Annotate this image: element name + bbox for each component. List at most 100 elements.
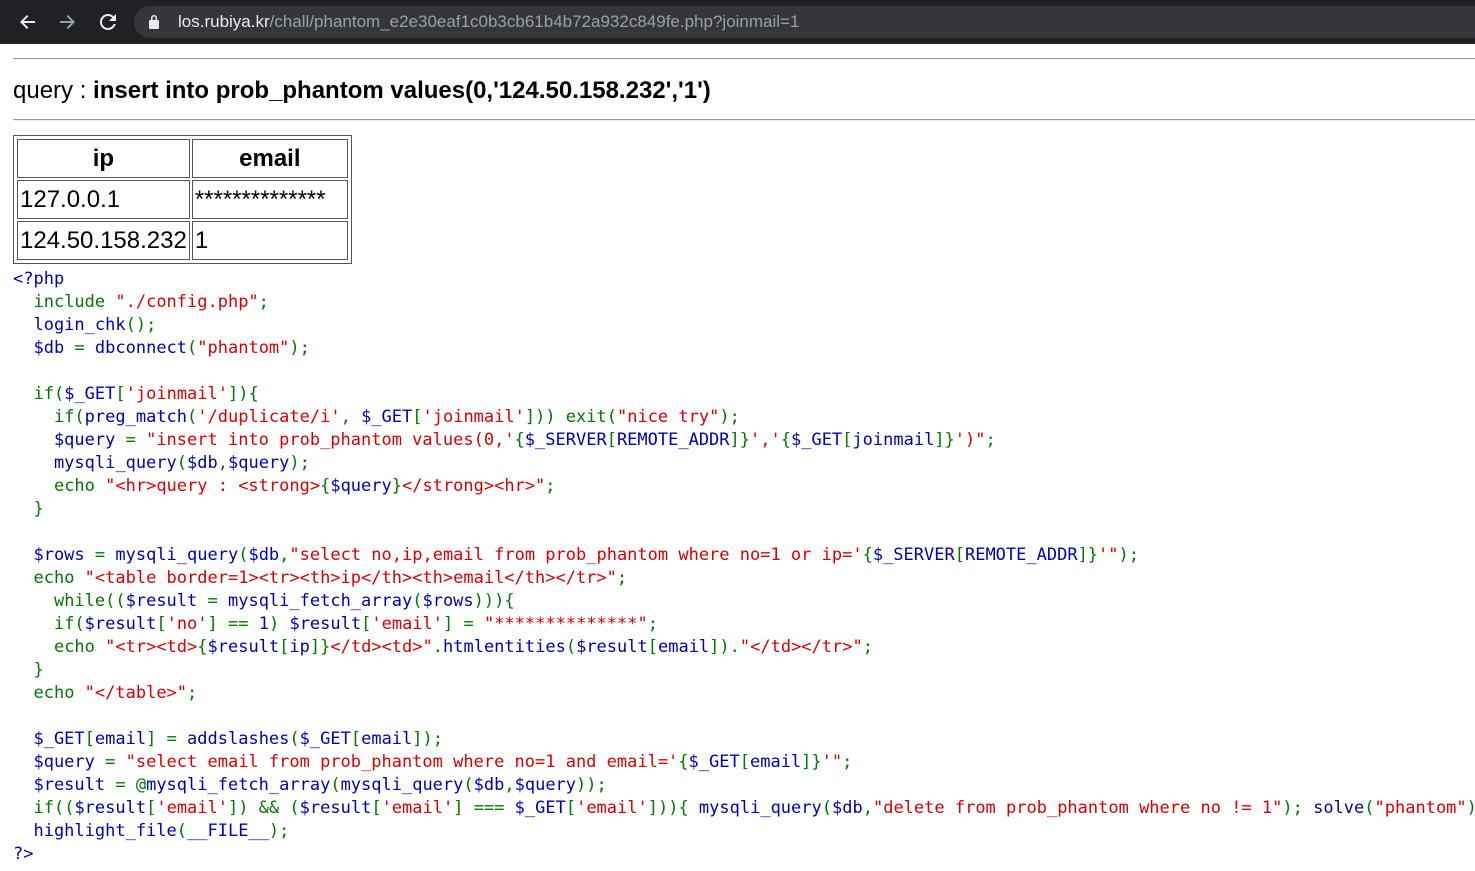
code-token: $_SERVER bbox=[872, 545, 955, 565]
code-token: login_chk bbox=[13, 315, 126, 335]
code-token: $result bbox=[207, 637, 280, 657]
code-token: "<table border=1><tr><th>ip</th><th>emai… bbox=[84, 568, 617, 588]
code-line: $query = "select email from prob_phantom… bbox=[13, 751, 1475, 774]
code-token: echo bbox=[33, 683, 85, 703]
code-token: { bbox=[197, 637, 208, 657]
code-token: $result bbox=[125, 591, 208, 611]
code-token: dbconnect bbox=[94, 338, 188, 358]
code-token: ; bbox=[616, 568, 628, 588]
code-line: } bbox=[13, 659, 1475, 682]
code-token: '/duplicate/i' bbox=[197, 407, 341, 427]
code-line: <?php bbox=[13, 268, 1475, 291]
code-token: "insert into prob_phantom values(0,' bbox=[146, 430, 515, 450]
code-token: $rows bbox=[422, 591, 474, 611]
code-token: } bbox=[33, 660, 44, 680]
code-token: $query bbox=[330, 476, 392, 496]
code-token: ( bbox=[187, 407, 198, 427]
code-token: , bbox=[340, 407, 362, 427]
code-token: ( bbox=[821, 798, 832, 818]
code-token: $result bbox=[576, 637, 648, 657]
code-token: ))){ bbox=[473, 591, 515, 611]
code-token: "phantom" bbox=[197, 338, 290, 358]
url-host: los.rubiya.kr bbox=[178, 12, 270, 31]
code-token: ( bbox=[176, 453, 188, 473]
lock-icon[interactable] bbox=[148, 14, 160, 30]
code-token: mysqli_query bbox=[115, 545, 239, 565]
code-token: [ bbox=[115, 384, 126, 404]
address-bar[interactable]: los.rubiya.kr/chall/phantom_e2e30eaf1c0b… bbox=[134, 6, 1475, 38]
code-token: ')" bbox=[954, 430, 986, 450]
url-path: /chall/phantom_e2e30eaf1c0b3cb61b4b72a93… bbox=[269, 12, 800, 31]
code-token: 'email' bbox=[381, 798, 454, 818]
code-token: ( bbox=[565, 637, 577, 657]
code-token: "</table>" bbox=[84, 683, 188, 703]
code-token: $query bbox=[13, 430, 126, 450]
reload-icon bbox=[99, 13, 116, 30]
code-token: $_GET bbox=[790, 430, 843, 450]
code-token: $db bbox=[473, 775, 505, 795]
browser-toolbar: los.rubiya.kr/chall/phantom_e2e30eaf1c0b… bbox=[0, 0, 1475, 44]
table-header-row: ip email bbox=[17, 139, 348, 178]
code-token: ] === bbox=[453, 798, 515, 818]
code-token: [ bbox=[146, 798, 157, 818]
code-token: '" bbox=[1098, 545, 1119, 565]
code-token: = bbox=[207, 591, 228, 611]
code-token: REMOTE_ADDR bbox=[964, 545, 1078, 565]
code-token: <?php bbox=[13, 269, 65, 289]
code-token: mysqli_fetch_array bbox=[227, 591, 413, 611]
forward-button[interactable] bbox=[47, 2, 87, 42]
table-cell-email: ************** bbox=[191, 180, 348, 219]
code-token: [ bbox=[606, 430, 617, 450]
code-line: mysqli_query($db,$query); bbox=[13, 452, 1475, 475]
code-token: "delete from prob_phantom where no != 1" bbox=[872, 798, 1283, 818]
code-token: $rows bbox=[13, 545, 95, 565]
code-token: ; bbox=[862, 637, 873, 657]
code-token: ',' bbox=[750, 430, 781, 450]
code-token: "**************" bbox=[483, 614, 648, 634]
code-token: if( bbox=[33, 384, 65, 404]
code-token: = @ bbox=[115, 775, 147, 795]
code-token: = bbox=[74, 338, 95, 358]
code-line: while(($result = mysqli_fetch_array($row… bbox=[13, 590, 1475, 613]
code-line bbox=[13, 705, 1475, 728]
code-token: 'email' bbox=[576, 798, 648, 818]
code-token: email bbox=[657, 637, 710, 657]
reload-button[interactable] bbox=[88, 2, 128, 42]
result-table: ip email 127.0.0.1 ************** 124.50… bbox=[13, 135, 352, 264]
arrow-right-icon bbox=[60, 15, 75, 29]
code-token: ( bbox=[412, 591, 423, 611]
code-token: REMOTE_ADDR bbox=[616, 430, 730, 450]
code-token: $db bbox=[187, 453, 218, 473]
code-token: preg_match bbox=[84, 407, 188, 427]
code-token: mysqli_query bbox=[698, 798, 822, 818]
code-line: highlight_file(__FILE__); bbox=[13, 820, 1475, 843]
back-button[interactable] bbox=[8, 2, 48, 42]
code-token: { bbox=[514, 430, 525, 450]
code-token: ( bbox=[176, 821, 188, 841]
query-text: insert into prob_phantom values(0,'124.5… bbox=[93, 77, 711, 104]
code-token: ])){ bbox=[647, 798, 699, 818]
code-token: "phantom" bbox=[1374, 798, 1467, 818]
code-token: ]} bbox=[309, 637, 331, 657]
code-token: [ bbox=[371, 798, 382, 818]
code-line: echo "</table>"; bbox=[13, 682, 1475, 705]
code-token: = bbox=[105, 752, 126, 772]
code-token: 'no' bbox=[166, 614, 208, 634]
code-token: [ bbox=[350, 729, 362, 749]
code-token: "nice try" bbox=[616, 407, 720, 427]
code-token: } bbox=[391, 476, 402, 496]
code-token: ); bbox=[1282, 798, 1314, 818]
code-token: $_GET bbox=[361, 407, 413, 427]
code-token: ) bbox=[268, 614, 290, 634]
code-line: if($result['no'] == 1) $result['email'] … bbox=[13, 613, 1475, 636]
code-token: , bbox=[504, 775, 515, 795]
code-token: "select email from prob_phantom where no… bbox=[125, 752, 679, 772]
code-token: echo bbox=[53, 476, 106, 496]
code-line: if($_GET['joinmail']){ bbox=[13, 383, 1475, 406]
code-token: [ bbox=[647, 637, 658, 657]
code-token: [ bbox=[279, 637, 290, 657]
